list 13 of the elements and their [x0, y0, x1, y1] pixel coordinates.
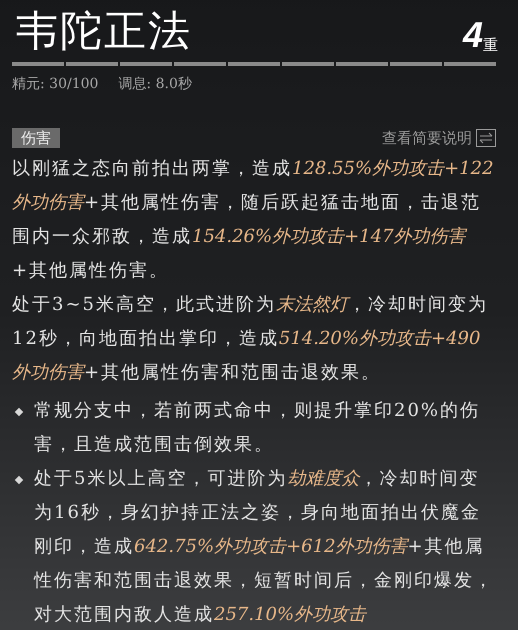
- bullet-text: 常规分支中，若前两式命中，则提升掌印20%的伤害，且造成范围击倒效果。: [34, 398, 482, 456]
- stat-text: 精元: 30/100: [12, 75, 98, 94]
- toggle-icon: [476, 129, 496, 148]
- bullet-icon: [14, 475, 24, 484]
- stat-text: 调息: 8.0秒: [118, 75, 192, 94]
- brief-description-link[interactable]: 查看简要说明: [382, 127, 496, 150]
- bullet-text: 处于5米以上高空，可进阶为劫难度众，冷却时间变为16秒，身幻护持正法之姿，身向地面拍出伏魔金刚印，造成642.75%外功攻击+612外功伤害+其他属性伤害和范围击退效果，短暂时间后，金刚印爆发，对大范围内敌人造成257.10%外功攻击: [34, 466, 494, 626]
- description-paragraph: 以刚猛之态向前拍出两掌，造成128.55%外功攻击+122外功伤害+其他属性伤害，随后跃起猛击地面，击退范围内一众邪敌，造成154.26%外功攻击+147外功伤害+其他属性伤害。: [12, 156, 494, 282]
- description-paragraph: 处于3~5米高空，此式进阶为末法然灯，冷却时间变为12秒，向地面拍出掌印，造成514.20%外功攻击+490外功伤害+其他属性伤害和范围击退效果。: [12, 292, 489, 384]
- bullet-icon: [14, 407, 24, 416]
- skill-title: 韦陀正法: [15, 5, 192, 57]
- skill-rank: 4重: [462, 16, 499, 57]
- category-tag: 伤害: [12, 128, 60, 148]
